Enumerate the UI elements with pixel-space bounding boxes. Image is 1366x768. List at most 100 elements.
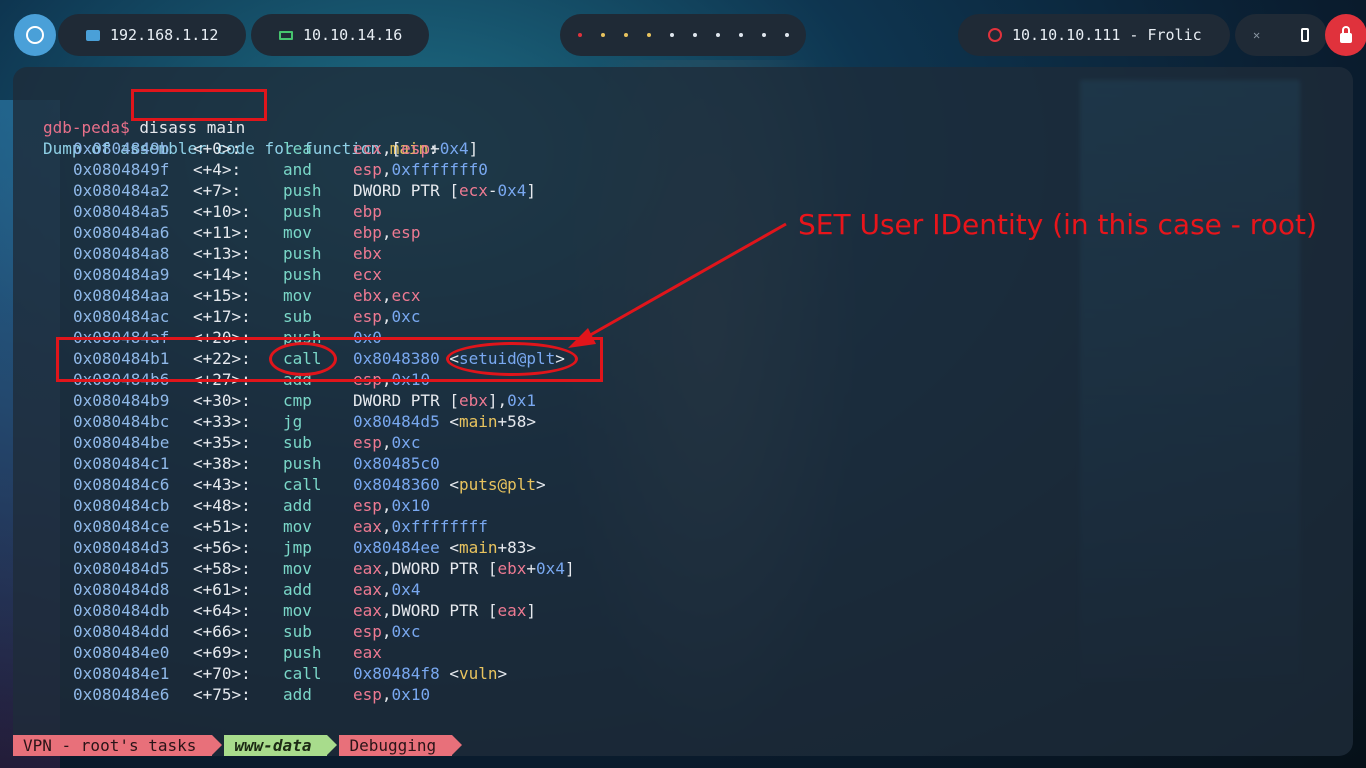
asm-address: 0x080484ac [73, 307, 170, 326]
asm-operand-token: , [381, 433, 392, 452]
asm-operands: ebp,esp [353, 222, 420, 243]
workspace-dot[interactable] [692, 33, 697, 37]
asm-opcode: push [283, 454, 322, 473]
asm-operand-token: ebx [353, 244, 382, 263]
asm-offset: <+7>: [193, 181, 242, 200]
asm-operands: 0x80485c0 [353, 453, 440, 474]
asm-operands: esp,0x10 [353, 684, 430, 705]
status-seg-session[interactable]: VPN - root's tasks [13, 735, 223, 756]
asm-opcode: and [283, 160, 312, 179]
asm-operand-token: + [526, 559, 537, 578]
asm-offset: <+51>: [193, 517, 251, 536]
asm-address: 0x080484c6 [73, 475, 170, 494]
workspace-dot[interactable] [646, 33, 651, 37]
workspace-dot[interactable] [623, 33, 628, 37]
asm-operand-token: ] [526, 601, 537, 620]
os-logo-button[interactable] [14, 14, 56, 56]
asm-operand-token: esp [353, 496, 382, 515]
asm-offset: <+15>: [193, 286, 251, 305]
asm-opcode: push [283, 202, 322, 221]
target-widget[interactable]: 10.10.10.111 - Frolic [958, 14, 1230, 56]
tmux-status-bar: VPN - root's tasks www-data Debugging [13, 735, 464, 756]
asm-address: 0x080484e1 [73, 664, 170, 683]
asm-operand-token: ,DWORD PTR [ [381, 601, 498, 620]
asm-address: 0x080484be [73, 433, 170, 452]
asm-operand-token: 0xc [391, 622, 421, 641]
asm-operand-token: < [449, 538, 459, 557]
asm-opcode: sub [283, 433, 312, 452]
workspace-dot[interactable] [577, 33, 582, 37]
asm-operand-token: esp [353, 307, 382, 326]
asm-operand-token: 0x80484d5 [353, 412, 450, 431]
asm-operands: 0x8048360 <puts@plt> [353, 474, 546, 495]
status-seg-user[interactable]: www-data [224, 735, 338, 756]
battery-icon[interactable] [1301, 28, 1309, 42]
workspace-switcher[interactable] [560, 14, 806, 56]
asm-offset: <+10>: [193, 202, 251, 221]
asm-operand-token: eax [353, 580, 382, 599]
asm-operand-token: esp [391, 223, 421, 242]
asm-offset: <+4>: [193, 160, 242, 179]
asm-operands: eax [353, 642, 382, 663]
annotation-text: SET User IDentity (in this case - root) [798, 208, 1317, 241]
asm-address: 0x0804849b [73, 139, 170, 158]
asm-offset: <+38>: [193, 454, 251, 473]
asm-address: 0x080484dd [73, 622, 170, 641]
terminal-window[interactable]: gdb-peda$ disass main Dump of assembler … [13, 67, 1353, 756]
asm-operands: ecx,[esp+0x4] [353, 138, 478, 159]
asm-operand-token: esp [353, 685, 382, 704]
asm-address: 0x080484aa [73, 286, 170, 305]
workspace-dot[interactable] [669, 33, 674, 37]
lan-ip-widget[interactable]: 192.168.1.12 [58, 14, 246, 56]
asm-operand-token: < [449, 412, 459, 431]
workspace-dot[interactable] [784, 33, 789, 37]
asm-operand-token: vuln [458, 664, 498, 683]
asm-opcode: sub [283, 622, 312, 641]
workspace-dot[interactable] [738, 33, 743, 37]
asm-opcode: sub [283, 307, 312, 326]
lock-button[interactable] [1325, 14, 1366, 56]
asm-operand-token: ebx [497, 559, 527, 578]
prompt-line: gdb-peda$ disass main [13, 96, 245, 137]
asm-operand-token: , [381, 580, 392, 599]
asm-operand-token: ecx [391, 286, 421, 305]
asm-operand-token: ebx [458, 391, 488, 410]
workspace-dot[interactable] [761, 33, 766, 37]
asm-address: 0x080484db [73, 601, 170, 620]
asm-address: 0x080484a5 [73, 202, 170, 221]
asm-operand-token: 0x80484ee [353, 538, 450, 557]
network-icon [86, 29, 100, 41]
asm-operand-token: +58> [497, 412, 537, 431]
mute-icon[interactable]: ✕ [1253, 29, 1265, 41]
asm-operand-token: 0xc [391, 433, 421, 452]
asm-operand-token: esp [353, 433, 382, 452]
vpn-ip-widget[interactable]: 10.10.14.16 [251, 14, 429, 56]
asm-operands: eax,DWORD PTR [eax] [353, 600, 536, 621]
asm-operands: DWORD PTR [ebx],0x1 [353, 390, 536, 411]
asm-operands: esp,0x10 [353, 495, 430, 516]
asm-operand-token: eax [353, 601, 382, 620]
asm-operand-token: eax [353, 643, 382, 662]
asm-offset: <+48>: [193, 496, 251, 515]
asm-offset: <+33>: [193, 412, 251, 431]
asm-operand-token: 0x4 [439, 139, 469, 158]
status-seg-window[interactable]: Debugging [339, 735, 462, 756]
asm-operands: ebx [353, 243, 382, 264]
asm-operand-token: , [381, 496, 392, 515]
system-tray[interactable]: ✕ [1235, 14, 1327, 56]
asm-operand-token: ebx [353, 286, 382, 305]
asm-operand-token: ] [564, 559, 575, 578]
asm-offset: <+35>: [193, 433, 251, 452]
laptop-icon [279, 30, 293, 40]
workspace-dot[interactable] [600, 33, 605, 37]
asm-operand-token: ebp [353, 223, 382, 242]
asm-address: 0x080484ce [73, 517, 170, 536]
asm-operand-token: > [497, 664, 508, 683]
asm-operand-token: ,[ [381, 139, 402, 158]
asm-operand-token: , [381, 517, 392, 536]
asm-operand-token: ] [526, 181, 537, 200]
asm-offset: <+13>: [193, 244, 251, 263]
asm-address: 0x080484d3 [73, 538, 170, 557]
asm-opcode: mov [283, 286, 312, 305]
workspace-dot[interactable] [715, 33, 720, 37]
